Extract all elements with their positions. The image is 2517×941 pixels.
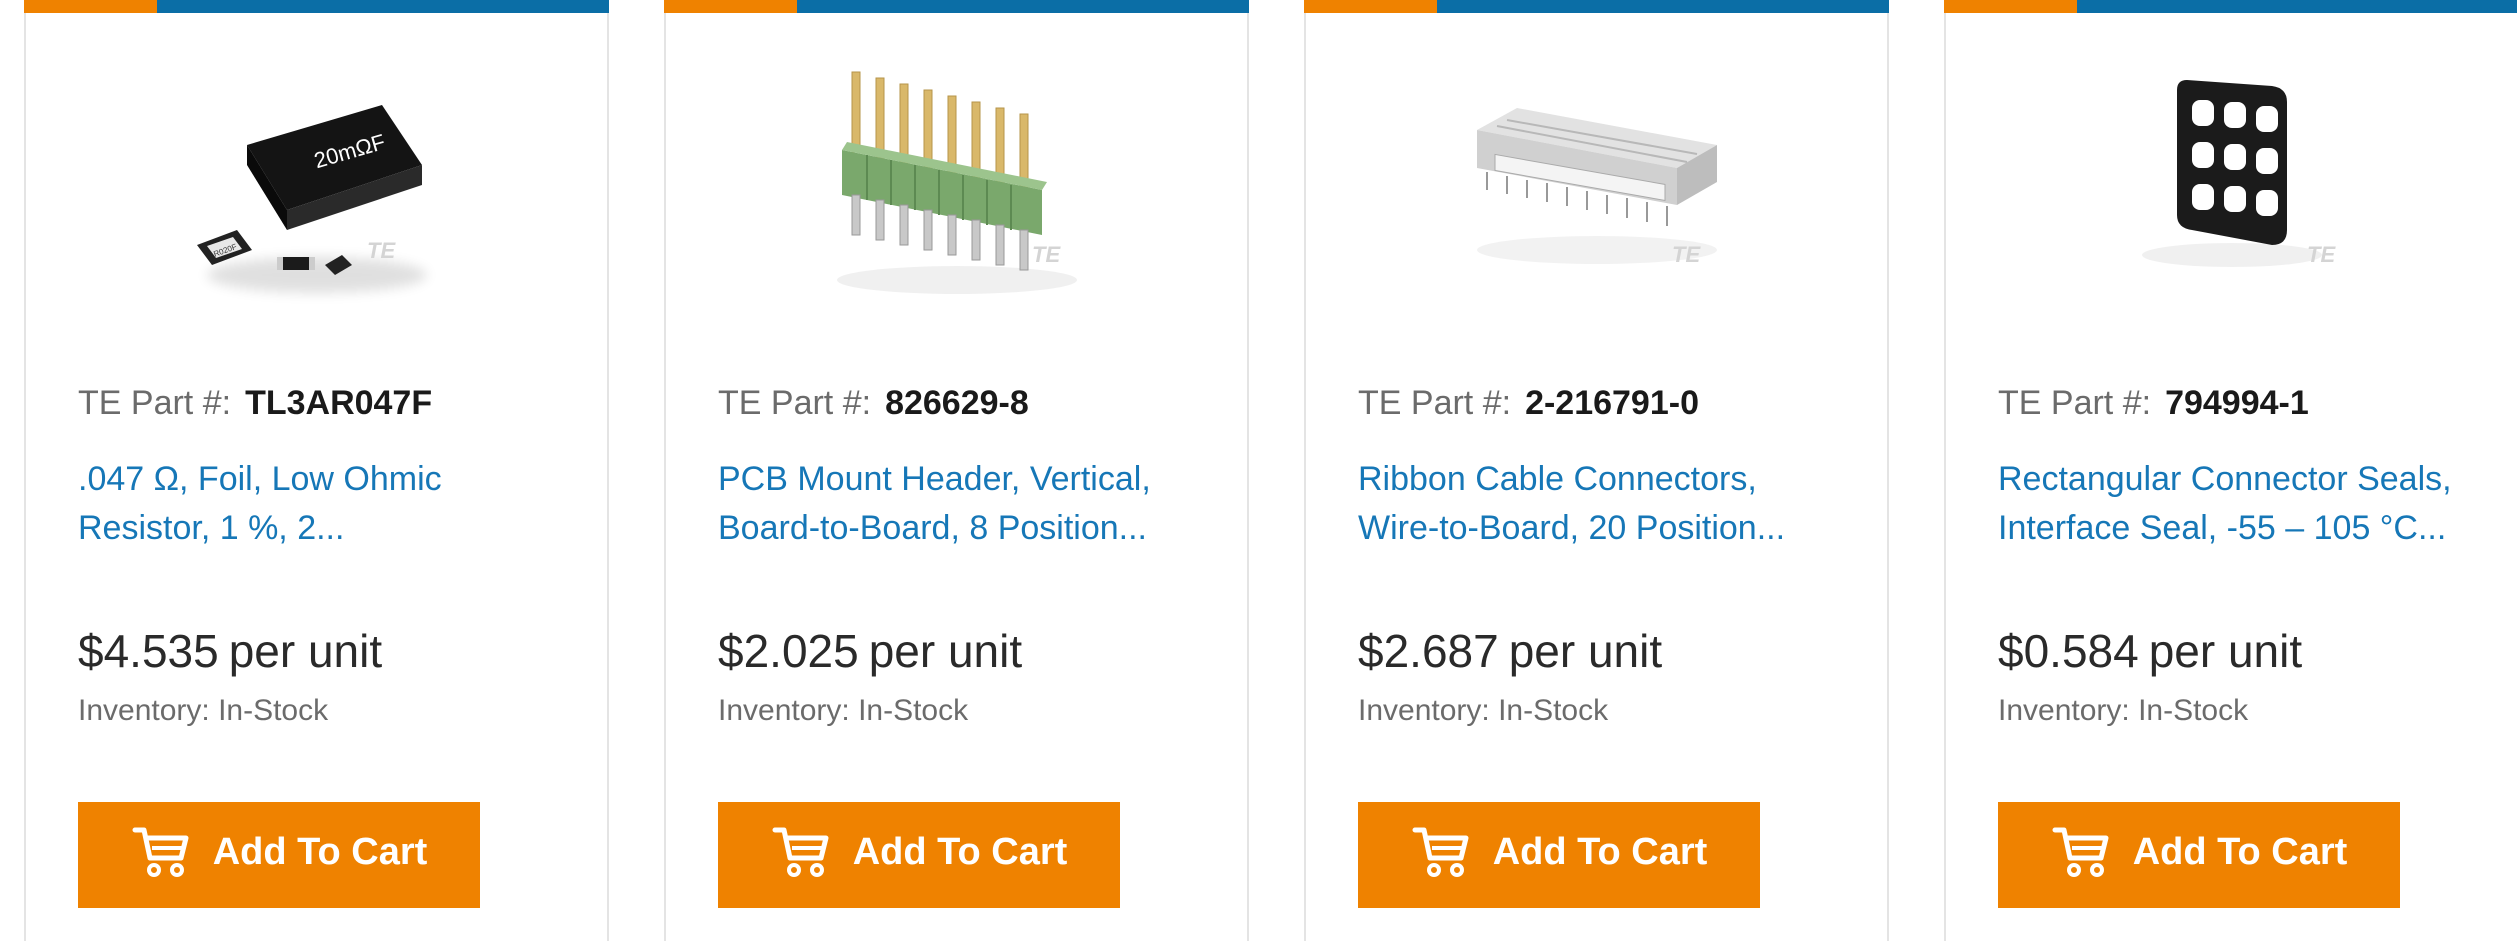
description-line: Interface Seal, -55 – 105 °C...: [1998, 509, 2447, 547]
add-to-cart-label: Add To Cart: [2132, 830, 2348, 873]
description-line: Ribbon Cable Connectors,: [1358, 460, 1757, 498]
product-card: TE TE Part #: 794994-1 Rectangular Connec…: [1944, 0, 2517, 941]
price: $2.687 per unit: [1358, 624, 1662, 678]
product-description-link[interactable]: .047 Ω, Foil, Low Ohmic Resistor, 1 %, 2…: [78, 455, 588, 553]
cart-icon: [772, 827, 829, 877]
product-image-link[interactable]: 20mΩF R020F TE: [26, 50, 607, 320]
part-number-label: TE Part #:: [718, 384, 872, 422]
connector-seal-image: TE: [2141, 80, 2336, 267]
price-amount: $0.584: [1998, 625, 2139, 677]
product-card: TE TE Part #: 826629-8 PCB Mount Header, …: [664, 0, 1249, 941]
part-number-line: TE Part #: 794994-1: [1998, 384, 2309, 423]
te-watermark: TE: [1672, 242, 1701, 267]
part-number-line: TE Part #: 2-216791-0: [1358, 384, 1699, 423]
cart-icon: [1412, 827, 1469, 877]
part-number: 2-216791-0: [1525, 384, 1699, 422]
add-to-cart-button[interactable]: Add To Cart: [1358, 802, 1760, 908]
price-amount: $4.535: [78, 625, 219, 677]
description-line: Wire-to-Board, 20 Position...: [1358, 509, 1786, 547]
product-description-link[interactable]: Rectangular Connector Seals, Interface S…: [1998, 455, 2508, 553]
add-to-cart-label: Add To Cart: [212, 830, 428, 873]
card-top-bar: [664, 0, 1249, 13]
te-watermark: TE: [367, 238, 396, 263]
card-top-accent: [24, 0, 157, 13]
product-image-link[interactable]: TE: [1306, 50, 1887, 320]
product-card: TE TE Part #: 2-216791-0 Ribbon Cable Con…: [1304, 0, 1889, 941]
card-top-bar: [1944, 0, 2517, 13]
product-description-link[interactable]: Ribbon Cable Connectors, Wire-to-Board, …: [1358, 455, 1868, 553]
part-number-line: TE Part #: 826629-8: [718, 384, 1029, 423]
cart-icon: [132, 827, 189, 877]
part-number-label: TE Part #:: [1358, 384, 1512, 422]
price: $4.535 per unit: [78, 624, 382, 678]
price-unit: per unit: [228, 625, 383, 677]
price-unit: per unit: [868, 625, 1023, 677]
part-number: 826629-8: [885, 384, 1029, 422]
add-to-cart-label: Add To Cart: [1492, 830, 1708, 873]
part-number-label: TE Part #:: [78, 384, 232, 422]
price-amount: $2.687: [1358, 625, 1499, 677]
add-to-cart-button[interactable]: Add To Cart: [1998, 802, 2400, 908]
price-unit: per unit: [1508, 625, 1663, 677]
card-top-accent: [664, 0, 797, 13]
price-amount: $2.025: [718, 625, 859, 677]
description-line: PCB Mount Header, Vertical,: [718, 460, 1151, 498]
resistor-image: 20mΩF R020F TE: [196, 105, 427, 293]
description-line: .047 Ω, Foil, Low Ohmic: [78, 460, 442, 498]
description-line: Resistor, 1 %, 2...: [78, 509, 345, 547]
add-to-cart-label: Add To Cart: [852, 830, 1068, 873]
add-to-cart-button[interactable]: Add To Cart: [78, 802, 480, 908]
pin-header-image: TE: [836, 71, 1077, 294]
product-image-link[interactable]: TE: [1946, 50, 2517, 320]
part-number-label: TE Part #:: [1998, 384, 2152, 422]
inventory-status: Inventory: In-Stock: [78, 694, 329, 727]
product-card: 20mΩF R020F TE TE Part #: TL3AR047F .047 …: [24, 0, 609, 941]
inventory-status: Inventory: In-Stock: [1998, 694, 2249, 727]
card-top-bar: [1304, 0, 1889, 13]
card-top-accent: [1944, 0, 2077, 13]
part-number: 794994-1: [2165, 384, 2309, 422]
description-line: Rectangular Connector Seals,: [1998, 460, 2452, 498]
inventory-status: Inventory: In-Stock: [718, 694, 969, 727]
part-number-line: TE Part #: TL3AR047F: [78, 384, 432, 423]
description-line: Board-to-Board, 8 Position...: [718, 509, 1148, 547]
card-top-bar: [24, 0, 609, 13]
inventory-status: Inventory: In-Stock: [1358, 694, 1609, 727]
te-watermark: TE: [2307, 242, 2336, 267]
card-top-accent: [1304, 0, 1437, 13]
ribbon-connector-image: TE: [1476, 108, 1717, 267]
price-unit: per unit: [2148, 625, 2303, 677]
product-description-link[interactable]: PCB Mount Header, Vertical, Board-to-Boa…: [718, 455, 1228, 553]
price: $0.584 per unit: [1998, 624, 2302, 678]
price: $2.025 per unit: [718, 624, 1022, 678]
product-image-link[interactable]: TE: [666, 50, 1247, 320]
cart-icon: [2052, 827, 2109, 877]
add-to-cart-button[interactable]: Add To Cart: [718, 802, 1120, 908]
part-number: TL3AR047F: [245, 384, 433, 422]
te-watermark: TE: [1032, 242, 1061, 267]
